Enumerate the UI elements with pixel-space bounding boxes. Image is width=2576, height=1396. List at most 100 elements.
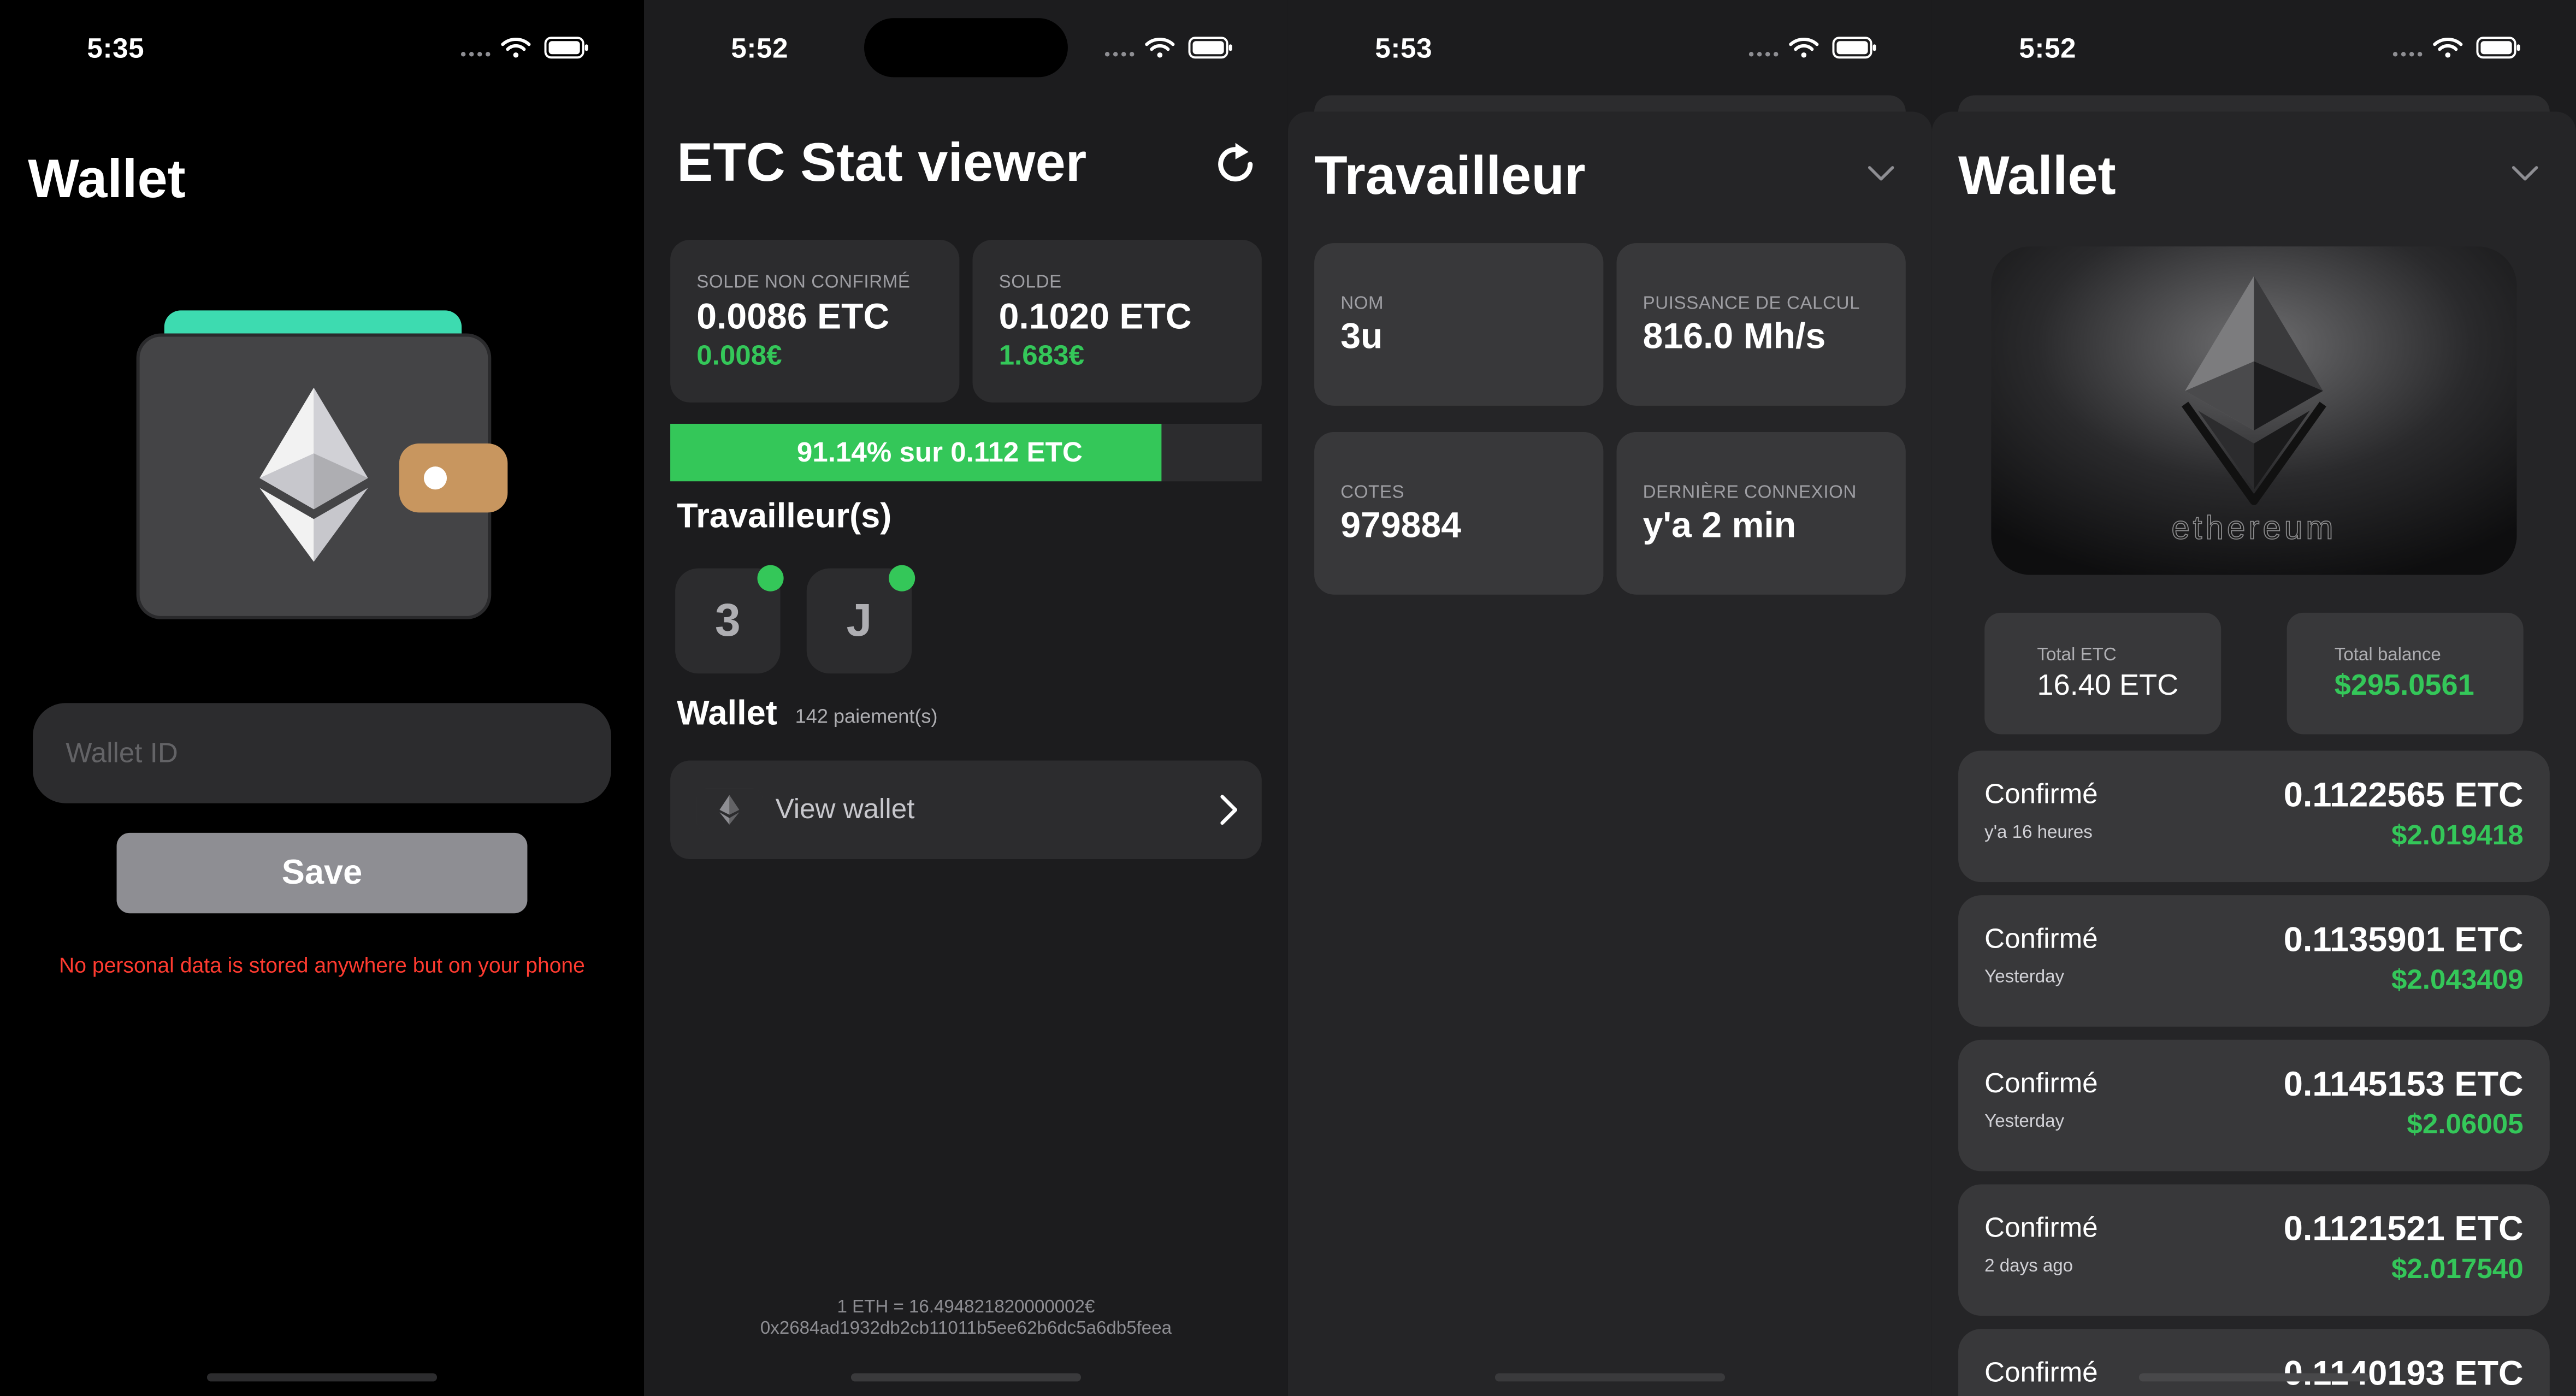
progress-text: 91.14% sur 0.112 ETC (796, 437, 1083, 469)
tx-status: Confirmé (1984, 923, 2098, 955)
wallet-id-input[interactable] (33, 703, 611, 803)
card-label: SOLDE (999, 273, 1062, 293)
tx-usd: $2.017540 (2391, 1253, 2524, 1285)
tx-usd: $2.06005 (2407, 1109, 2524, 1140)
card-value: 0.1020 ETC (999, 295, 1192, 337)
tx-time: Yesterday (1984, 1112, 2065, 1132)
worker-name-card: NOM 3u (1314, 243, 1604, 406)
chevron-down-icon[interactable] (2510, 158, 2540, 187)
chevron-down-icon[interactable] (1866, 158, 1896, 187)
status-time: 5:52 (731, 33, 789, 64)
shares-card: COTES 979884 (1314, 431, 1604, 595)
wallet-address: 0x2684ad1932db2cb11011b5ee62b6dc5a6db5fe… (760, 1319, 1172, 1339)
ethereum-wordmark: ethereum (2171, 509, 2336, 546)
status-bar: 5:52 (1932, 0, 2576, 92)
wallet-heading: Wallet (677, 695, 777, 733)
total-balance-value: $295.0561 (2334, 669, 2474, 702)
tx-status: Confirmé (1984, 1067, 2098, 1099)
total-etc-value: 16.40 ETC (2037, 669, 2179, 702)
card-fiat: 0.008€ (696, 340, 782, 371)
payment-count: 142 paiement(s) (795, 705, 938, 728)
ellipsis-signal-icon (460, 52, 491, 57)
total-etc-label: Total ETC (2037, 645, 2117, 666)
wallet-sheet: Wallet ethereum Total ETC 16.40 ETC Tota… (1931, 111, 2576, 1396)
chevron-right-icon (1220, 795, 1238, 825)
home-indicator (850, 1373, 1082, 1382)
worker-tile[interactable]: 3 (675, 565, 784, 674)
ellipsis-signal-icon (1748, 52, 1779, 57)
privacy-note: No personal data is stored anywhere but … (59, 953, 585, 978)
wifi-icon (501, 38, 531, 58)
status-time: 5:35 (87, 33, 145, 64)
home-indicator (206, 1373, 438, 1382)
tx-amount: 0.1122565 ETC (2283, 777, 2524, 815)
online-status-dot (889, 565, 915, 591)
tx-usd: $2.043409 (2391, 964, 2524, 996)
battery-icon (1188, 37, 1232, 59)
status-bar: 5:35 (0, 0, 644, 92)
tx-time: 2 days ago (1984, 1256, 2073, 1276)
wifi-icon (1789, 38, 1819, 58)
wifi-icon (2433, 38, 2463, 58)
worker-sheet: Travailleur NOM 3u PUISSANCE DE CALCUL 8… (1287, 111, 1932, 1396)
battery-icon (2476, 37, 2520, 59)
card-label: SOLDE NON CONFIRMÉ (696, 273, 911, 293)
dynamic-island (864, 18, 1068, 78)
card-value: y'a 2 min (1643, 504, 1797, 546)
tx-amount: 0.1145153 ETC (2283, 1066, 2524, 1104)
balance-card: SOLDE 0.1020 ETC 1.683€ (972, 240, 1262, 403)
page-title: ETC Stat viewer (677, 131, 1087, 192)
ellipsis-signal-icon (2392, 52, 2423, 57)
transaction-row[interactable]: Confirmé y'a 16 heures 0.1122565 ETC $2.… (1958, 750, 2550, 883)
hashrate-card: PUISSANCE DE CALCUL 816.0 Mh/s (1616, 243, 1906, 406)
page-title: Wallet (28, 147, 186, 209)
tx-amount: 0.1135901 ETC (2283, 921, 2524, 960)
unconfirmed-balance-card: SOLDE NON CONFIRMÉ 0.0086 ETC 0.008€ (670, 240, 960, 403)
card-value: 0.0086 ETC (696, 295, 890, 337)
worker-initial: 3 (714, 594, 741, 646)
screenshot-canvas: 5:35 Wallet Save No pers (0, 0, 2576, 1396)
worker-tile[interactable]: J (806, 565, 915, 674)
status-icons (2392, 37, 2520, 59)
tx-time: y'a 16 heures (1984, 823, 2093, 843)
wifi-icon (1145, 38, 1175, 58)
transaction-row[interactable]: Confirmé 0.1140193 ETC (1958, 1329, 2550, 1396)
exchange-rate: 1 ETH = 16.494821820000002€ (837, 1298, 1095, 1318)
total-balance-label: Total balance (2334, 645, 2441, 666)
tx-time: Yesterday (1984, 967, 2065, 987)
view-wallet-button[interactable]: View wallet (670, 760, 1262, 859)
refresh-icon[interactable] (1209, 138, 1262, 191)
transaction-row[interactable]: Confirmé Yesterday 0.1145153 ETC $2.0600… (1958, 1039, 2550, 1172)
workers-heading: Travailleur(s) (677, 498, 892, 536)
card-label: NOM (1340, 294, 1384, 314)
sheet-title: Wallet (1958, 144, 2116, 205)
status-icons (1104, 37, 1232, 59)
total-etc-card: Total ETC 16.40 ETC (1984, 612, 2221, 735)
ellipsis-signal-icon (1104, 52, 1135, 57)
home-indicator (2138, 1373, 2369, 1382)
worker-detail-screen: 5:53 Travailleur NOM 3u PUISSANCE DE CAL… (1287, 0, 1932, 1396)
status-time: 5:53 (1375, 33, 1433, 64)
worker-initial: J (846, 594, 872, 646)
transaction-row[interactable]: Confirmé 2 days ago 0.1121521 ETC $2.017… (1958, 1184, 2550, 1316)
transaction-row[interactable]: Confirmé Yesterday 0.1135901 ETC $2.0434… (1958, 895, 2550, 1027)
ethereum-logo-icon (696, 788, 763, 831)
battery-icon (1832, 37, 1876, 59)
status-time: 5:52 (2019, 33, 2077, 64)
payout-progress-bar: 91.14% sur 0.112 ETC (670, 423, 1262, 482)
save-button[interactable]: Save (116, 832, 528, 914)
card-label: DERNIÈRE CONNEXION (1643, 483, 1857, 503)
last-seen-card: DERNIÈRE CONNEXION y'a 2 min (1616, 431, 1906, 595)
stat-viewer-screen: 5:52 ETC Stat viewer SOLDE NON CONFIRMÉ … (643, 0, 1288, 1396)
status-bar: 5:53 (1288, 0, 1932, 92)
status-icons (1748, 37, 1876, 59)
wallet-detail-screen: 5:52 Wallet ethereum Total ETC 16.40 ETC… (1931, 0, 2576, 1396)
card-value: 816.0 Mh/s (1643, 315, 1826, 357)
tx-status: Confirmé (1984, 778, 2098, 810)
ethereum-thumbnail (696, 788, 763, 831)
card-label: PUISSANCE DE CALCUL (1643, 294, 1860, 314)
tx-status: Confirmé (1984, 1357, 2098, 1388)
total-balance-card: Total balance $295.0561 (2287, 612, 2524, 735)
card-fiat: 1.683€ (999, 340, 1085, 371)
status-bar: 5:52 (644, 0, 1288, 92)
